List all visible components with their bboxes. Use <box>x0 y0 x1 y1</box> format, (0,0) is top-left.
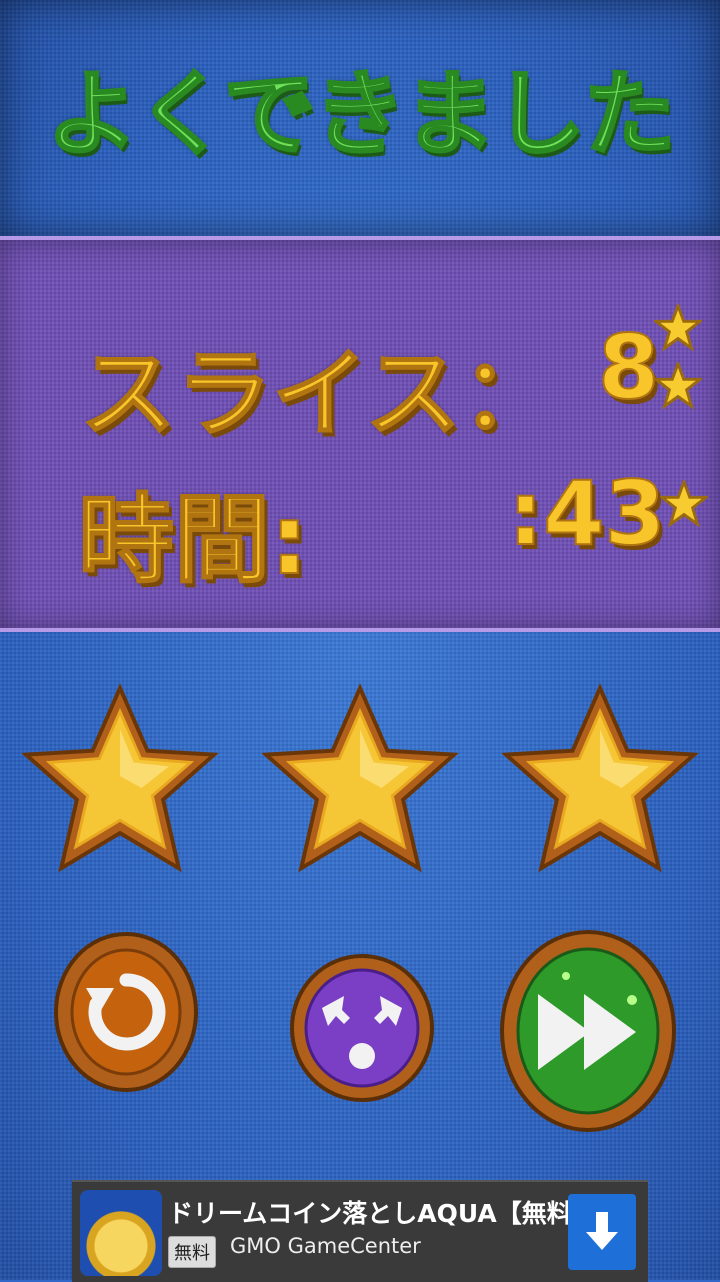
ad-banner[interactable]: ドリームコイン落としAQUA【無料… 無料 GMO GameCenter <box>72 1180 648 1282</box>
title-panel: よくできました <box>0 0 720 236</box>
retry-button[interactable] <box>52 930 200 1094</box>
time-star-icon <box>660 480 708 528</box>
next-button[interactable] <box>498 928 678 1134</box>
rating-star-icon <box>502 683 698 873</box>
rating-star-icon <box>262 683 458 873</box>
ad-publisher: GMO GameCenter <box>230 1234 421 1258</box>
ad-title: ドリームコイン落としAQUA【無料… <box>168 1199 597 1228</box>
slice-label: スライス： <box>79 337 558 451</box>
time-label: 時間: <box>77 483 309 597</box>
slice-star-icon <box>654 304 702 352</box>
download-arrow-icon[interactable] <box>568 1194 636 1270</box>
slice-value: 8 <box>597 315 660 420</box>
time-value: :43 <box>507 461 667 566</box>
free-badge: 無料 <box>168 1236 216 1268</box>
rating-star-icon <box>22 683 218 873</box>
slice-star-icon <box>654 362 702 410</box>
coin-app-icon <box>80 1190 162 1276</box>
menu-button[interactable] <box>288 952 436 1104</box>
result-title: よくできました <box>45 60 677 170</box>
